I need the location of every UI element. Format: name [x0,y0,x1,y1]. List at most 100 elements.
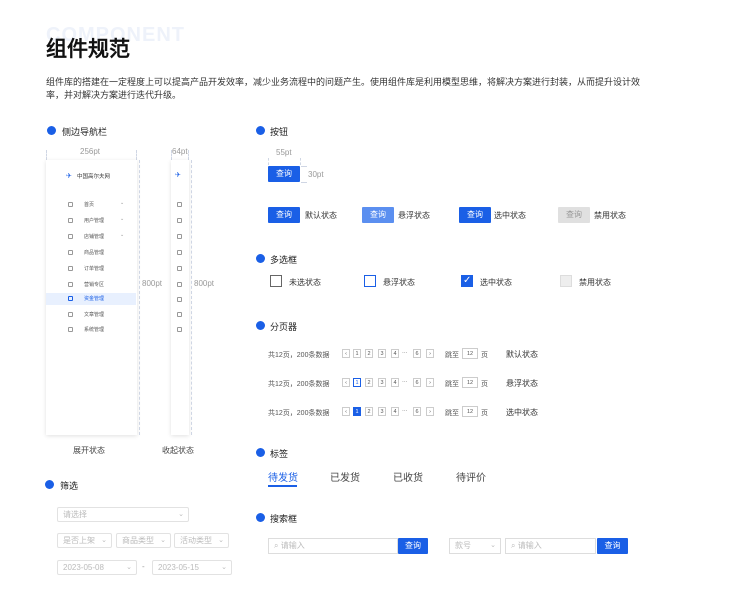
checkbox-state-unchecked: 未选状态 [289,278,321,287]
next-page-icon[interactable]: › [426,349,434,358]
page-3[interactable]: 3 [378,407,386,416]
page-3[interactable]: 3 [378,349,386,358]
prev-page-icon[interactable]: ‹ [342,378,350,387]
page-4[interactable]: 4 [391,378,399,387]
next-page-icon[interactable]: › [426,407,434,416]
page-1[interactable]: 1 [353,407,361,416]
page-4[interactable]: 4 [391,407,399,416]
sidebar-item-marketing[interactable]: 营销专区 [46,279,136,291]
marketing-icon [68,282,73,287]
sidebar-item-home[interactable]: 首页 ⌄ [46,199,136,211]
page-2[interactable]: 2 [365,349,373,358]
goods-icon[interactable] [177,250,182,255]
sidebar-item-articles[interactable]: 文章管理 [46,309,136,321]
date-start-input[interactable]: 2023-05-08 ⌄ [57,560,137,575]
chevron-down-icon: ⌄ [490,542,496,549]
sidebar-item-funds[interactable]: 资金管理 [46,293,136,305]
expanded-caption: 展开状态 [73,446,105,455]
sample-query-button[interactable]: 查询 [268,166,300,182]
tab-shipped[interactable]: 已发货 [330,469,360,484]
checkbox-disabled [560,275,572,287]
checkbox-state-disabled: 禁用状态 [579,278,611,287]
section-dot [256,448,265,457]
checkbox-hover[interactable] [364,275,376,287]
search-icon: ⌕ [274,541,279,550]
pagination-summary: 共12页，200条数据 [268,352,330,359]
filter-select[interactable]: 请选择 ⌄ [57,507,189,522]
filter-chip-activity-type[interactable]: 活动类型 ⌄ [174,533,229,548]
article-icon[interactable] [177,312,182,317]
sidebar-item-system[interactable]: 系统管理 [46,324,136,336]
system-icon[interactable] [177,327,182,332]
prev-page-icon[interactable]: ‹ [342,349,350,358]
filter-chip-goods-type[interactable]: 商品类型 ⌄ [116,533,171,548]
page-3[interactable]: 3 [378,378,386,387]
tab-pending-review[interactable]: 待评价 [456,469,486,484]
page-title: 组件规范 [46,38,130,61]
sidebar-item-goods[interactable]: 商品管理 [46,247,136,259]
collapsed-caption: 收起状态 [162,446,194,455]
page-ellipsis: ··· [402,408,408,414]
button-state-hover: 悬浮状态 [398,211,430,220]
page-2[interactable]: 2 [365,378,373,387]
tab-received[interactable]: 已收货 [393,469,423,484]
checkbox-checked[interactable]: ✓ [461,275,473,287]
page-4[interactable]: 4 [391,349,399,358]
filter-chip-listed[interactable]: 是否上架 ⌄ [57,533,112,548]
filter-section-title: 筛选 [60,481,79,491]
logo-icon: ✈ [66,173,72,180]
page-1[interactable]: 1 [353,349,361,358]
checkbox-unchecked[interactable] [270,275,282,287]
button-hover[interactable]: 查询 [362,207,394,223]
button-disabled: 查询 [558,207,590,223]
home-icon[interactable] [177,202,182,207]
search-icon: ⌕ [511,541,516,550]
chevron-down-icon: ⌄ [120,232,125,238]
prev-page-icon[interactable]: ‹ [342,407,350,416]
pagination-summary: 共12页，200条数据 [268,410,330,417]
page-ellipsis: ··· [402,350,408,356]
sidebar-item-users[interactable]: 用户管理 ⌄ [46,215,136,227]
search-input[interactable]: ⌕ 请输入 [268,538,398,554]
page-6[interactable]: 6 [413,407,421,416]
sidenav-collapsed: ✈ [171,160,189,435]
page-6[interactable]: 6 [413,349,421,358]
checkbox-state-checked: 选中状态 [480,278,512,287]
store-icon[interactable] [177,234,182,239]
fund-icon[interactable] [177,297,182,302]
pagination-state-default: 默认状态 [506,350,538,359]
date-end-input[interactable]: 2023-05-15 ⌄ [152,560,232,575]
user-icon[interactable] [177,218,182,223]
button-selected[interactable]: 查询 [459,207,491,223]
jump-input[interactable]: 12 [462,377,478,388]
marketing-icon[interactable] [177,282,182,287]
tab-pending-shipment[interactable]: 待发货 [268,469,298,484]
fund-icon [68,296,73,301]
page-1[interactable]: 1 [353,378,361,387]
pagination-state-selected: 选中状态 [506,408,538,417]
page-2[interactable]: 2 [365,407,373,416]
chevron-down-icon: ⌄ [221,564,227,571]
jump-input[interactable]: 12 [462,348,478,359]
search-button[interactable]: 查询 [398,538,428,554]
sidebar-item-orders[interactable]: 订单管理 [46,263,136,275]
article-icon [68,312,73,317]
search-button-secondary[interactable]: 查询 [597,538,628,554]
active-tab-indicator [268,485,297,487]
order-icon [68,266,73,271]
order-icon[interactable] [177,266,182,271]
sidenav-width-label: 256pt [80,147,101,156]
sidebar-item-stores[interactable]: 店铺管理 ⌄ [46,231,136,243]
logo-icon: ✈ [175,172,181,179]
pagination-section-title: 分页器 [270,322,298,332]
button-default[interactable]: 查询 [268,207,300,223]
button-state-default: 默认状态 [305,211,337,220]
page-6[interactable]: 6 [413,378,421,387]
button-state-disabled: 禁用状态 [594,211,626,220]
sidenav-collapsed-width-label: 64pt [172,147,188,156]
jump-input[interactable]: 12 [462,406,478,417]
sidenav-expanded: ✈ 中国高尔夫网 首页 ⌄ 用户管理 ⌄ 店铺管理 ⌄ 商品管理 订单管理 营销… [46,160,137,435]
search-field-select[interactable]: 款号 ⌄ [449,538,501,554]
search-input-secondary[interactable]: ⌕ 请输入 [505,538,596,554]
next-page-icon[interactable]: › [426,378,434,387]
